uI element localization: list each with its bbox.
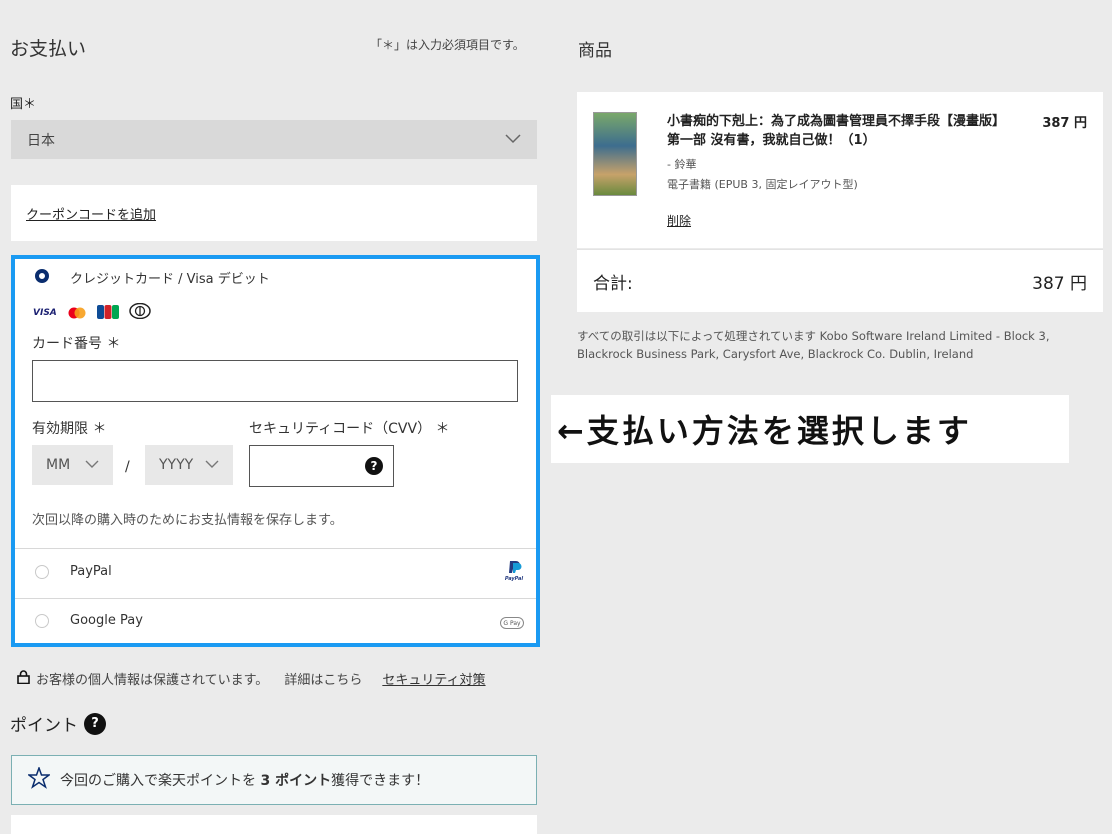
annotation-callout: ←支払い方法を選択します	[551, 395, 1069, 463]
points-message-pre: 今回のご購入で楽天ポイントを	[60, 773, 261, 789]
jcb-icon	[96, 304, 119, 323]
points-title: ポイント	[10, 716, 78, 736]
required-note: 「＊」は入力必須項目です。	[370, 38, 525, 52]
expiry-label: 有効期限 ＊	[32, 421, 107, 437]
coupon-section: クーポンコードを追加	[11, 185, 537, 241]
paypal-logo-text: PayPal	[504, 576, 524, 582]
divider	[15, 598, 536, 599]
cvv-input[interactable]: ?	[249, 445, 394, 487]
country-label: 国＊	[10, 97, 37, 112]
card-number-input[interactable]	[32, 360, 518, 402]
total-value: 387 円	[1032, 273, 1087, 294]
payment-methods-panel: クレジットカード / Visa デビット VISA カード番号 ＊ 有効期限 ＊…	[11, 255, 540, 647]
product-author: - 鈴華	[667, 158, 697, 171]
add-coupon-link[interactable]: クーポンコードを追加	[26, 204, 156, 223]
points-section-title: ポイント ?	[10, 711, 106, 736]
lock-icon	[17, 669, 30, 688]
card-brands: VISA	[33, 302, 151, 323]
points-message-post: 獲得できます！	[331, 773, 430, 789]
product-price: 387 円	[1042, 116, 1087, 131]
security-link[interactable]: セキュリティ対策	[382, 669, 485, 688]
cvv-label: セキュリティコード（CVV） ＊	[249, 421, 450, 437]
credit-card-label[interactable]: クレジットカード / Visa デビット	[70, 268, 270, 287]
visa-icon: VISA	[33, 308, 57, 318]
google-pay-radio[interactable]	[35, 614, 49, 628]
expiry-slash: /	[125, 459, 130, 475]
product-item: 小書痴的下剋上：為了成為圖書管理員不擇手段【漫畫版】第一部 沒有書，我就自己做！…	[577, 92, 1103, 248]
save-payment-note: 次回以降の購入時のためにお支払情報を保存します。	[32, 513, 343, 528]
country-value: 日本	[27, 132, 55, 149]
country-select[interactable]: 日本	[11, 120, 537, 159]
paypal-icon: PayPal	[504, 559, 524, 582]
privacy-text: お客様の個人情報は保護されています。	[36, 673, 269, 688]
order-title: 商品	[578, 41, 612, 61]
mastercard-icon	[67, 304, 87, 323]
product-format: 電子書籍 (EPUB 3, 固定レイアウト型)	[667, 178, 858, 191]
paypal-label[interactable]: PayPal	[70, 564, 112, 579]
chevron-down-icon	[85, 457, 99, 473]
expiry-year-value: YYYY	[159, 457, 194, 473]
delete-link[interactable]: 削除	[667, 212, 691, 229]
card-number-label: カード番号 ＊	[32, 336, 121, 352]
google-pay-label[interactable]: Google Pay	[70, 613, 143, 628]
divider	[15, 548, 536, 549]
expiry-month-select[interactable]: MM	[32, 445, 113, 485]
chevron-down-icon	[505, 132, 521, 148]
cvv-help-icon[interactable]: ?	[365, 457, 383, 475]
product-title[interactable]: 小書痴的下剋上：為了成為圖書管理員不擇手段【漫畫版】第一部 沒有書，我就自己做！…	[667, 112, 1012, 150]
expiry-month-value: MM	[46, 457, 71, 473]
points-message: 今回のご購入で楽天ポイントを 3 ポイント獲得できます！	[60, 770, 429, 790]
points-banner: 今回のご購入で楽天ポイントを 3 ポイント獲得できます！	[11, 755, 537, 805]
chevron-down-icon	[205, 457, 219, 473]
next-section-card	[11, 815, 537, 834]
paypal-radio[interactable]	[35, 565, 49, 579]
book-cover-image[interactable]	[593, 112, 637, 196]
expiry-year-select[interactable]: YYYY	[145, 445, 233, 485]
diners-club-icon	[129, 302, 151, 323]
payment-title: お支払い	[10, 38, 87, 60]
sparkle-star-icon	[26, 765, 52, 793]
points-help-icon[interactable]: ?	[84, 712, 106, 735]
details-link[interactable]: 詳細はこちら	[284, 669, 362, 688]
order-total: 合計: 387 円	[577, 249, 1103, 312]
google-pay-icon: G Pay	[500, 617, 524, 629]
processing-note: すべての取引は以下によって処理されています Kobo Software Irel…	[577, 329, 1050, 361]
points-amount: 3 ポイント	[260, 773, 332, 789]
total-label: 合計:	[593, 273, 633, 294]
privacy-notice: お客様の個人情報は保護されています。 詳細はこちら セキュリティ対策	[17, 669, 486, 688]
credit-card-radio[interactable]	[35, 269, 49, 283]
